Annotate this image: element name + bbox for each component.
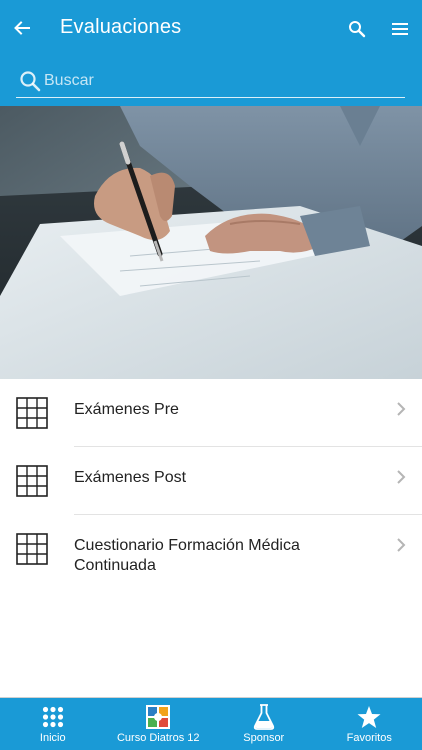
search-icon bbox=[349, 21, 366, 38]
diatros-logo-icon bbox=[146, 705, 171, 729]
app-header: Evaluaciones bbox=[0, 0, 422, 106]
flask-icon bbox=[253, 704, 274, 730]
page-title: Evaluaciones bbox=[60, 16, 182, 38]
back-button[interactable] bbox=[8, 14, 36, 42]
list-item[interactable]: Cuestionario Formación Médica Continuada bbox=[0, 515, 422, 595]
grid-table-icon bbox=[16, 465, 48, 497]
list-item-label: Exámenes Post bbox=[74, 469, 187, 486]
arrow-left-icon bbox=[14, 21, 30, 35]
bottom-tab-bar: Inicio Curso Diatros 12 Sponsor Favorito… bbox=[0, 697, 422, 750]
tab-label: Favoritos bbox=[346, 732, 392, 744]
evaluations-list: Exámenes Pre Exámenes Post Cuestionario … bbox=[0, 379, 422, 595]
list-item[interactable]: Exámenes Pre bbox=[0, 379, 422, 447]
list-item-label: Cuestionario Formación Médica Continuada bbox=[74, 537, 300, 574]
search-icon bbox=[20, 70, 41, 91]
grid-table-icon bbox=[16, 397, 48, 429]
search-bar bbox=[16, 64, 405, 98]
search-input[interactable] bbox=[44, 65, 384, 96]
tab-label: Curso Diatros 12 bbox=[116, 732, 200, 744]
dots-grid-icon bbox=[42, 706, 63, 728]
search-button[interactable] bbox=[344, 16, 370, 42]
grid-table-icon bbox=[16, 533, 48, 565]
star-icon bbox=[357, 706, 381, 728]
chevron-right-icon bbox=[397, 402, 406, 416]
tab-curso-diatros[interactable]: Curso Diatros 12 bbox=[106, 698, 212, 750]
list-item-label: Exámenes Pre bbox=[74, 401, 179, 418]
tab-label: Inicio bbox=[39, 732, 66, 744]
tab-sponsor[interactable]: Sponsor bbox=[211, 698, 317, 750]
menu-button[interactable] bbox=[387, 16, 413, 42]
tab-label: Sponsor bbox=[243, 732, 285, 744]
list-item[interactable]: Exámenes Post bbox=[0, 447, 422, 515]
tab-inicio[interactable]: Inicio bbox=[0, 698, 106, 750]
person-writing-photo bbox=[0, 106, 422, 379]
chevron-right-icon bbox=[397, 538, 406, 552]
hamburger-menu-icon bbox=[392, 23, 408, 35]
hero-image bbox=[0, 106, 422, 379]
tab-favoritos[interactable]: Favoritos bbox=[317, 698, 422, 750]
chevron-right-icon bbox=[397, 470, 406, 484]
